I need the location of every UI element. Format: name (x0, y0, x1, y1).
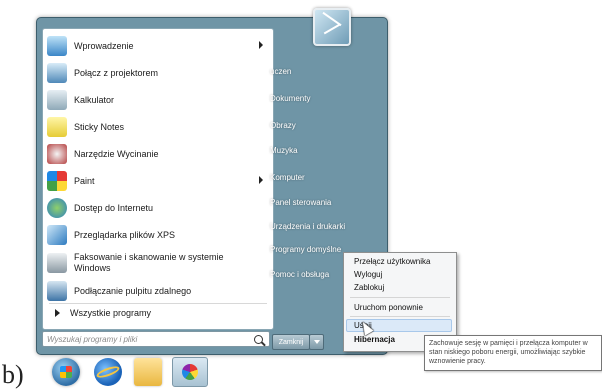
programs-pane: Wprowadzenie Połącz z projektorem Kalkul… (42, 28, 274, 330)
menu-item-przelacz-uzytkownika[interactable]: Przełącz użytkownika (354, 257, 430, 266)
projector-icon (47, 63, 67, 83)
right-item-urzadzenia[interactable]: Urządzenia i drukarki (270, 222, 345, 231)
submenu-arrow-icon (259, 176, 263, 184)
shutdown-button[interactable]: Zamknij (272, 334, 310, 350)
paint-icon[interactable] (172, 357, 208, 387)
right-item-pomoc[interactable]: Pomoc i obsługa (270, 270, 329, 279)
program-przegladarka-xps[interactable]: Przeglądarka plików XPS (47, 222, 269, 248)
program-polacz-z-projektorem[interactable]: Połącz z projektorem (47, 60, 269, 86)
internet-icon (47, 198, 67, 218)
program-label: Przeglądarka plików XPS (74, 230, 176, 240)
program-kalkulator[interactable]: Kalkulator (47, 87, 269, 113)
program-label: Wprowadzenie (74, 41, 134, 51)
right-item-uczen[interactable]: uczen (270, 67, 291, 76)
folder-icon[interactable] (134, 358, 162, 386)
program-pulpit-zdalny[interactable]: Podłączanie pulpitu zdalnego (47, 278, 269, 304)
right-item-obrazy[interactable]: Obrazy (270, 121, 296, 130)
xps-viewer-icon (47, 225, 67, 245)
search-icon[interactable] (254, 335, 263, 344)
program-label: Paint (74, 176, 95, 186)
expand-arrow-icon (55, 309, 60, 317)
snipping-tool-icon (47, 144, 67, 164)
all-programs-label: Wszystkie programy (70, 308, 152, 318)
menu-divider (350, 297, 450, 298)
program-label: Sticky Notes (74, 122, 125, 132)
internet-explorer-icon[interactable] (94, 358, 122, 386)
program-faksowanie-skanowanie[interactable]: Faksowanie i skanowanie w systemie Windo… (47, 247, 269, 279)
program-wprowadzenie[interactable]: Wprowadzenie (47, 33, 269, 59)
user-picture[interactable] (313, 8, 351, 46)
program-paint[interactable]: Paint (47, 168, 269, 194)
fax-scan-icon (47, 253, 67, 273)
right-item-dokumenty[interactable]: Dokumenty (270, 94, 310, 103)
program-dostep-do-internetu[interactable]: Dostęp do Internetu (47, 195, 269, 221)
calculator-icon (47, 90, 67, 110)
right-item-muzyka[interactable]: Muzyka (270, 146, 298, 155)
getting-started-icon (47, 36, 67, 56)
paint-icon (47, 171, 67, 191)
tooltip: Zachowuje sesję w pamięci i przełącza ko… (424, 335, 602, 371)
menu-item-wyloguj[interactable]: Wyloguj (354, 270, 382, 279)
menu-item-hibernacja[interactable]: Hibernacja (354, 335, 395, 344)
program-label: Kalkulator (74, 95, 115, 105)
program-label: Faksowanie i skanowanie w systemie Windo… (74, 252, 224, 273)
right-item-programy-domyslne[interactable]: Programy domyślne (270, 245, 341, 254)
program-label: Podłączanie pulpitu zdalnego (74, 286, 192, 296)
search-placeholder: Wyszukaj programy i pliki (47, 334, 138, 344)
right-item-panel-sterowania[interactable]: Panel sterowania (270, 198, 331, 207)
shutdown-options-button[interactable] (309, 334, 324, 350)
program-label: Dostęp do Internetu (74, 203, 154, 213)
menu-item-uruchom-ponownie[interactable]: Uruchom ponownie (354, 303, 423, 312)
menu-divider (350, 316, 450, 317)
search-input[interactable]: Wyszukaj programy i pliki (42, 331, 270, 347)
right-item-komputer[interactable]: Komputer (270, 173, 305, 182)
submenu-arrow-icon (259, 41, 263, 49)
program-label: Narzędzie Wycinanie (74, 149, 159, 159)
menu-item-zablokuj[interactable]: Zablokuj (354, 283, 384, 292)
program-narzedzie-wycinanie[interactable]: Narzędzie Wycinanie (47, 141, 269, 167)
all-programs-button[interactable]: Wszystkie programy (49, 304, 267, 322)
program-label: Połącz z projektorem (74, 68, 159, 78)
start-orb-icon[interactable] (52, 358, 80, 386)
remote-desktop-icon (47, 281, 67, 301)
sticky-notes-icon (47, 117, 67, 137)
figure-caption: b) (2, 360, 24, 389)
program-sticky-notes[interactable]: Sticky Notes (47, 114, 269, 140)
